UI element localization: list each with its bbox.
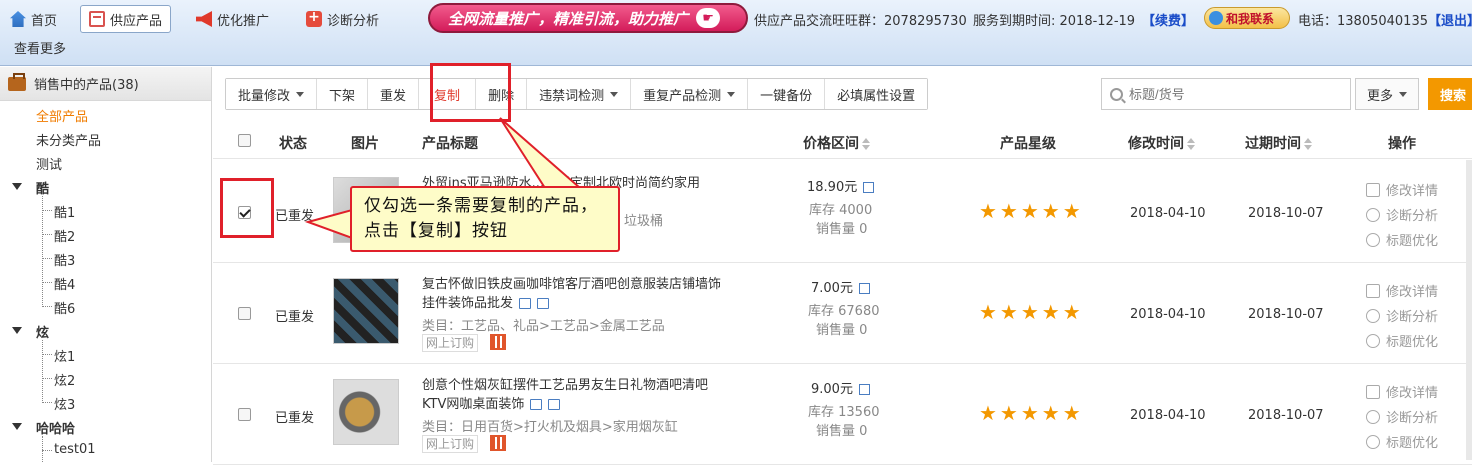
callout-arrows: [304, 117, 583, 240]
callout-arrow-left: [304, 208, 353, 240]
tutorial-callout: 仅勾选一条需要复制的产品，点击【复制】按钮: [350, 186, 620, 252]
callout-arrow-up: [499, 117, 583, 189]
